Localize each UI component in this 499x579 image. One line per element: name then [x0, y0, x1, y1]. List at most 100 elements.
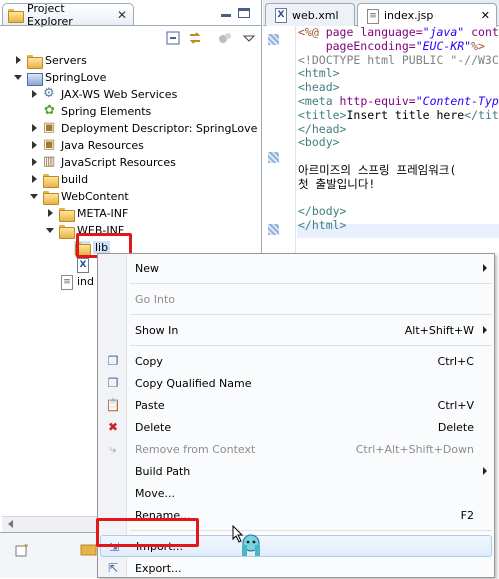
- menu-item-label: Delete: [135, 420, 172, 434]
- menu-item-remove-from-context[interactable]: ⤷ Remove from Context Ctrl+Alt+Shift+Down: [100, 438, 492, 460]
- menu-item-label: Go Into: [135, 292, 176, 306]
- expanded-arrow-icon[interactable]: [14, 73, 23, 82]
- menu-item-shortcut: Delete: [437, 420, 474, 434]
- collapsed-arrow-icon[interactable]: [30, 141, 39, 150]
- code-token: "Content-Typ: [415, 93, 499, 108]
- menu-item-go-into[interactable]: Go Into: [100, 288, 492, 310]
- code-line: <meta http-equiv="Content-Typ: [298, 93, 499, 109]
- code-token: %>: [471, 38, 485, 53]
- collapsed-arrow-icon[interactable]: [30, 175, 39, 184]
- submenu-arrow-icon: [483, 467, 487, 475]
- menu-item-show-in[interactable]: Show In Alt+Shift+W: [100, 319, 492, 341]
- minimize-icon[interactable]: [220, 8, 232, 18]
- code-line: <%@ page language="java" cont: [298, 26, 499, 40]
- menu-item-build-path[interactable]: Build Path: [100, 460, 492, 482]
- menu-item-move[interactable]: Move...: [100, 482, 492, 504]
- tab-label: web.xml: [292, 8, 339, 22]
- menu-item-export[interactable]: ⇱ Export...: [100, 557, 492, 579]
- collapsed-arrow-icon[interactable]: [14, 56, 23, 65]
- tree-item-label: build: [61, 173, 89, 186]
- code-token: <meta: [298, 93, 340, 108]
- folder-icon: [58, 207, 75, 222]
- xmlfile-icon: [74, 257, 90, 273]
- menu-item-label: Show In: [135, 323, 179, 337]
- expanded-arrow-icon[interactable]: [30, 192, 39, 201]
- tab-label: index.jsp: [384, 9, 434, 22]
- code-token: <%@: [298, 26, 326, 39]
- jspfile-icon: [58, 274, 74, 290]
- code-token: "EUC-KR": [415, 38, 472, 53]
- tree-item[interactable]: ind: [46, 273, 94, 290]
- code-line: </body>: [298, 204, 499, 219]
- explorer-toolbar: [0, 26, 262, 50]
- leaf-icon: [42, 103, 58, 119]
- copy-icon: ❐: [107, 354, 119, 368]
- pkg-icon: [42, 120, 58, 136]
- menu-item-label: Remove from Context: [135, 442, 256, 456]
- tree-item-label: SpringLove: [45, 71, 107, 84]
- link-with-editor-icon[interactable]: [188, 31, 202, 45]
- code-token: </body>: [298, 204, 347, 219]
- editor-tabs: web.xml index.jsp ✕: [263, 0, 499, 27]
- code-line: <html>: [298, 66, 499, 81]
- tree-item[interactable]: Spring Elements: [30, 103, 151, 120]
- menu-item-new[interactable]: New: [100, 257, 492, 279]
- menu-item-copy[interactable]: ❐ Copy Ctrl+C: [100, 350, 492, 372]
- tree-item[interactable]: WebContent: [30, 188, 129, 205]
- tree-item[interactable]: Java Resources: [30, 137, 144, 154]
- tree-item[interactable]: Deployment Descriptor: SpringLove: [30, 120, 257, 137]
- tree-item[interactable]: build: [30, 171, 88, 188]
- tree-item-label: Deployment Descriptor: SpringLove: [61, 122, 258, 135]
- tree-item[interactable]: SpringLove: [14, 69, 106, 86]
- close-icon[interactable]: ✕: [481, 9, 490, 22]
- menu-item-paste[interactable]: 📋 Paste Ctrl+V: [100, 394, 492, 416]
- tree-item[interactable]: Servers: [14, 52, 87, 69]
- close-icon[interactable]: ✕: [117, 8, 127, 22]
- collapse-all-icon[interactable]: [166, 31, 180, 45]
- code-token: Insert title here: [346, 107, 465, 122]
- code-token: page language=: [325, 26, 423, 39]
- collapsed-arrow-icon[interactable]: [30, 124, 39, 133]
- expanded-arrow-icon[interactable]: [46, 226, 55, 235]
- code-line: pageEncoding="EUC-KR"%>: [298, 38, 499, 54]
- code-token: <!DOCTYPE html PUBLIC "-//W3C: [298, 52, 499, 67]
- annotation-marker-icon: [268, 34, 279, 45]
- tab-project-explorer[interactable]: Project Explorer ✕: [2, 1, 134, 28]
- annotation-marker-icon: [268, 224, 279, 235]
- tab-label: Project Explorer: [27, 1, 73, 28]
- view-menu-icon[interactable]: [242, 31, 256, 45]
- annotation-marker-icon: [268, 152, 279, 163]
- code-token: 첫 출발입니다!: [298, 176, 376, 191]
- code-line: <body>: [298, 135, 499, 150]
- code-token: <html>: [298, 66, 340, 81]
- collapsed-arrow-icon[interactable]: [30, 158, 39, 167]
- tree-item[interactable]: [62, 256, 93, 273]
- tab-index-jsp[interactable]: index.jsp ✕: [357, 3, 497, 27]
- folder-icon: [42, 173, 59, 188]
- copy-icon: ❐: [107, 376, 119, 390]
- code-token: </tit: [464, 107, 499, 122]
- maximize-icon[interactable]: [238, 8, 250, 18]
- tree-item[interactable]: META-INF: [46, 205, 128, 222]
- menu-item-shortcut: Ctrl+Alt+Shift+Down: [355, 442, 474, 456]
- code-token: <title>: [298, 107, 347, 122]
- collapsed-arrow-icon[interactable]: [30, 90, 39, 99]
- filter-icon[interactable]: [218, 31, 232, 45]
- code-text[interactable]: <%@ page language="java" cont pageEncodi…: [298, 26, 499, 233]
- tree-item[interactable]: JAX-WS Web Services: [30, 86, 177, 103]
- tree-item-label: Servers: [45, 54, 87, 67]
- menu-item-label: Copy Qualified Name: [135, 376, 252, 390]
- tree-item[interactable]: JavaScript Resources: [30, 154, 176, 171]
- code-line: </html>: [298, 218, 499, 233]
- code-line: <!DOCTYPE html PUBLIC "-//W3C: [298, 52, 499, 68]
- code-line: <head>: [298, 80, 499, 95]
- tab-web-xml[interactable]: web.xml: [265, 3, 355, 26]
- menu-item-delete[interactable]: ✖ Delete Delete: [100, 416, 492, 438]
- menu-item-copy-qualified-name[interactable]: ❐ Copy Qualified Name: [100, 372, 492, 394]
- tree-item-label: ind: [77, 275, 95, 288]
- new-item-icon[interactable]: [14, 543, 30, 563]
- collapsed-arrow-icon[interactable]: [46, 209, 55, 218]
- tree-item-label: JavaScript Resources: [61, 156, 176, 169]
- menu-item-shortcut: F2: [460, 508, 474, 522]
